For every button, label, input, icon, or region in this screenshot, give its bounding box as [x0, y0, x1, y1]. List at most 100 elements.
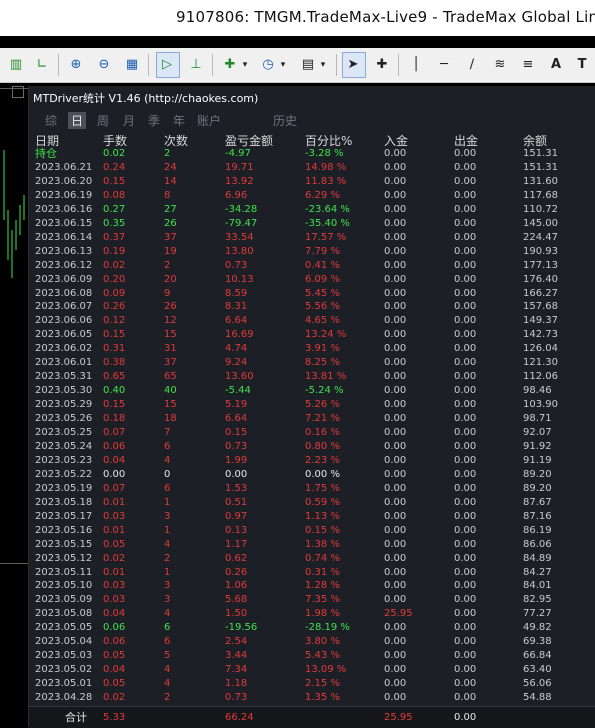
- cell-balance: 224.47: [523, 231, 558, 243]
- tab-day[interactable]: 日: [68, 112, 87, 129]
- auto-scroll-icon[interactable]: ▷: [157, 55, 177, 75]
- cell-balance: 77.27: [523, 608, 552, 620]
- zoom-in-icon[interactable]: ⊕: [66, 55, 86, 75]
- cell-percent: 7.35 %: [305, 594, 340, 606]
- cell-balance: 86.19: [523, 524, 552, 536]
- table-row: 2023.05.04 0.06 6 2.54 3.80 % 0.00 0.00 69.38: [29, 635, 595, 649]
- templates-icon[interactable]: ▤: [298, 55, 318, 75]
- text-icon[interactable]: A: [546, 55, 566, 75]
- cell-withdrawal: 0.00: [454, 678, 477, 690]
- cell-lots: 0.37: [103, 231, 126, 243]
- cell-withdrawal: 0.00: [454, 273, 477, 285]
- equidistant-channel-icon[interactable]: ≋: [490, 55, 510, 75]
- chevron-down-icon[interactable]: ▾: [278, 55, 288, 75]
- toolbar-separator: [336, 54, 337, 76]
- window-titlebar: 9107806: TMGM.TradeMax-Live9 - TradeMax …: [0, 0, 595, 36]
- cell-date: 2023.05.17: [35, 510, 93, 522]
- cell-pnl: 6.96: [225, 189, 248, 201]
- cell-withdrawal: 0.00: [454, 329, 477, 341]
- cell-pnl: 16.69: [225, 329, 254, 341]
- cell-date: 2023.05.23: [35, 454, 93, 466]
- cell-percent: 1.38 %: [305, 538, 340, 550]
- cursor-icon[interactable]: ➤: [343, 55, 363, 75]
- cell-percent: -35.40 %: [305, 217, 350, 229]
- cell-deposit: 0.00: [384, 427, 407, 438]
- tab-quarter[interactable]: 季: [148, 112, 160, 129]
- total-deposit: 25.95: [384, 712, 413, 723]
- cell-pnl: 0.51: [225, 496, 248, 508]
- cell-withdrawal: 0.00: [454, 552, 477, 564]
- cell-date: 2023.06.21: [35, 161, 93, 173]
- cell-pnl: 0.26: [225, 566, 248, 578]
- cell-balance: 176.40: [523, 273, 558, 285]
- toolbar-separator: [148, 54, 149, 76]
- tab-history[interactable]: 历史: [273, 112, 297, 129]
- cell-date: 2023.05.05: [35, 622, 93, 634]
- table-row: 2023.06.19 0.08 8 6.96 6.29 % 0.00 0.00 117.68: [29, 189, 595, 203]
- tab-all[interactable]: 综: [45, 112, 57, 129]
- indicators-icon[interactable]: ✚: [220, 55, 240, 75]
- cell-lots: 0.09: [103, 287, 126, 299]
- cell-percent: 5.56 %: [305, 301, 340, 313]
- cell-deposit: 0.00: [384, 287, 407, 299]
- cell-count: 3: [164, 580, 171, 592]
- cell-lots: 0.08: [103, 189, 126, 201]
- cell-percent: 3.80 %: [305, 636, 340, 648]
- crosshair-icon[interactable]: ✚: [372, 55, 392, 75]
- cell-deposit: 0.00: [384, 454, 407, 466]
- cell-pnl: 0.97: [225, 510, 248, 522]
- chevron-down-icon[interactable]: ▾: [318, 55, 328, 75]
- cell-pnl: 0.73: [225, 440, 248, 452]
- cell-balance: 91.92: [523, 440, 552, 452]
- trendline-icon[interactable]: ∕: [462, 55, 482, 75]
- label-icon[interactable]: T: [572, 55, 592, 75]
- table-row: 2023.05.10 0.03 3 1.06 1.28 % 0.00 0.00 84.01: [29, 579, 595, 593]
- cell-withdrawal: 0.00: [454, 636, 477, 648]
- zoom-out-icon[interactable]: ⊖: [94, 55, 114, 75]
- tab-week[interactable]: 周: [97, 112, 109, 129]
- table-row: 2023.06.15 0.35 26 -79.47 -35.40 % 0.00 0.00 14…: [29, 217, 595, 231]
- cell-lots: 0.18: [103, 413, 126, 425]
- cell-lots: 0.19: [103, 245, 126, 257]
- cell-withdrawal: 0.00: [454, 440, 477, 452]
- cell-pnl: 1.99: [225, 454, 248, 466]
- cell-count: 4: [164, 454, 171, 466]
- horizontal-line-icon[interactable]: ─: [434, 55, 454, 75]
- tile-windows-icon[interactable]: ▦: [122, 55, 142, 75]
- vertical-line-icon[interactable]: │: [406, 55, 426, 75]
- cell-percent: -3.28 %: [305, 148, 344, 159]
- cell-withdrawal: 0.00: [454, 594, 477, 606]
- cell-withdrawal: 0.00: [454, 454, 477, 466]
- cell-balance: 63.40: [523, 664, 552, 676]
- table-row: 2023.06.06 0.12 12 6.64 4.65 % 0.00 0.00 149.37: [29, 314, 595, 328]
- periods-icon[interactable]: ◷: [258, 55, 278, 75]
- cell-date: 2023.05.12: [35, 552, 93, 564]
- chart-shift-icon[interactable]: ⊥: [186, 55, 206, 75]
- fibonacci-icon[interactable]: ≡: [518, 55, 538, 75]
- cell-count: 14: [164, 175, 177, 187]
- bar-chart-icon[interactable]: ▥: [6, 55, 26, 75]
- cell-count: 8: [164, 189, 171, 201]
- cell-date: 2023.06.19: [35, 189, 93, 201]
- cell-deposit: 0.00: [384, 622, 407, 634]
- cell-pnl: 8.31: [225, 301, 248, 313]
- cell-count: 31: [164, 343, 177, 355]
- tab-account[interactable]: 账户: [197, 112, 221, 129]
- table-row: 2023.06.01 0.38 37 9.24 8.25 % 0.00 0.00 121.30: [29, 356, 595, 370]
- cell-percent: 5.26 %: [305, 399, 340, 411]
- mini-candle-chart: [3, 150, 25, 278]
- line-chart-icon[interactable]: ∟: [32, 55, 52, 75]
- chevron-down-icon[interactable]: ▾: [240, 55, 250, 75]
- tab-month[interactable]: 月: [123, 112, 135, 129]
- tab-year[interactable]: 年: [173, 112, 185, 129]
- cell-date: 2023.05.31: [35, 371, 93, 383]
- cell-balance: 190.93: [523, 245, 558, 257]
- cell-balance: 166.27: [523, 287, 558, 299]
- cell-withdrawal: 0.00: [454, 217, 477, 229]
- cell-pnl: 33.54: [225, 231, 254, 243]
- cell-withdrawal: 0.00: [454, 301, 477, 313]
- cell-deposit: 0.00: [384, 636, 407, 648]
- cell-pnl: 5.68: [225, 594, 248, 606]
- table-row: 2023.05.23 0.04 4 1.99 2.23 % 0.00 0.00 91.19: [29, 454, 595, 468]
- chart-window-button[interactable]: [12, 86, 24, 98]
